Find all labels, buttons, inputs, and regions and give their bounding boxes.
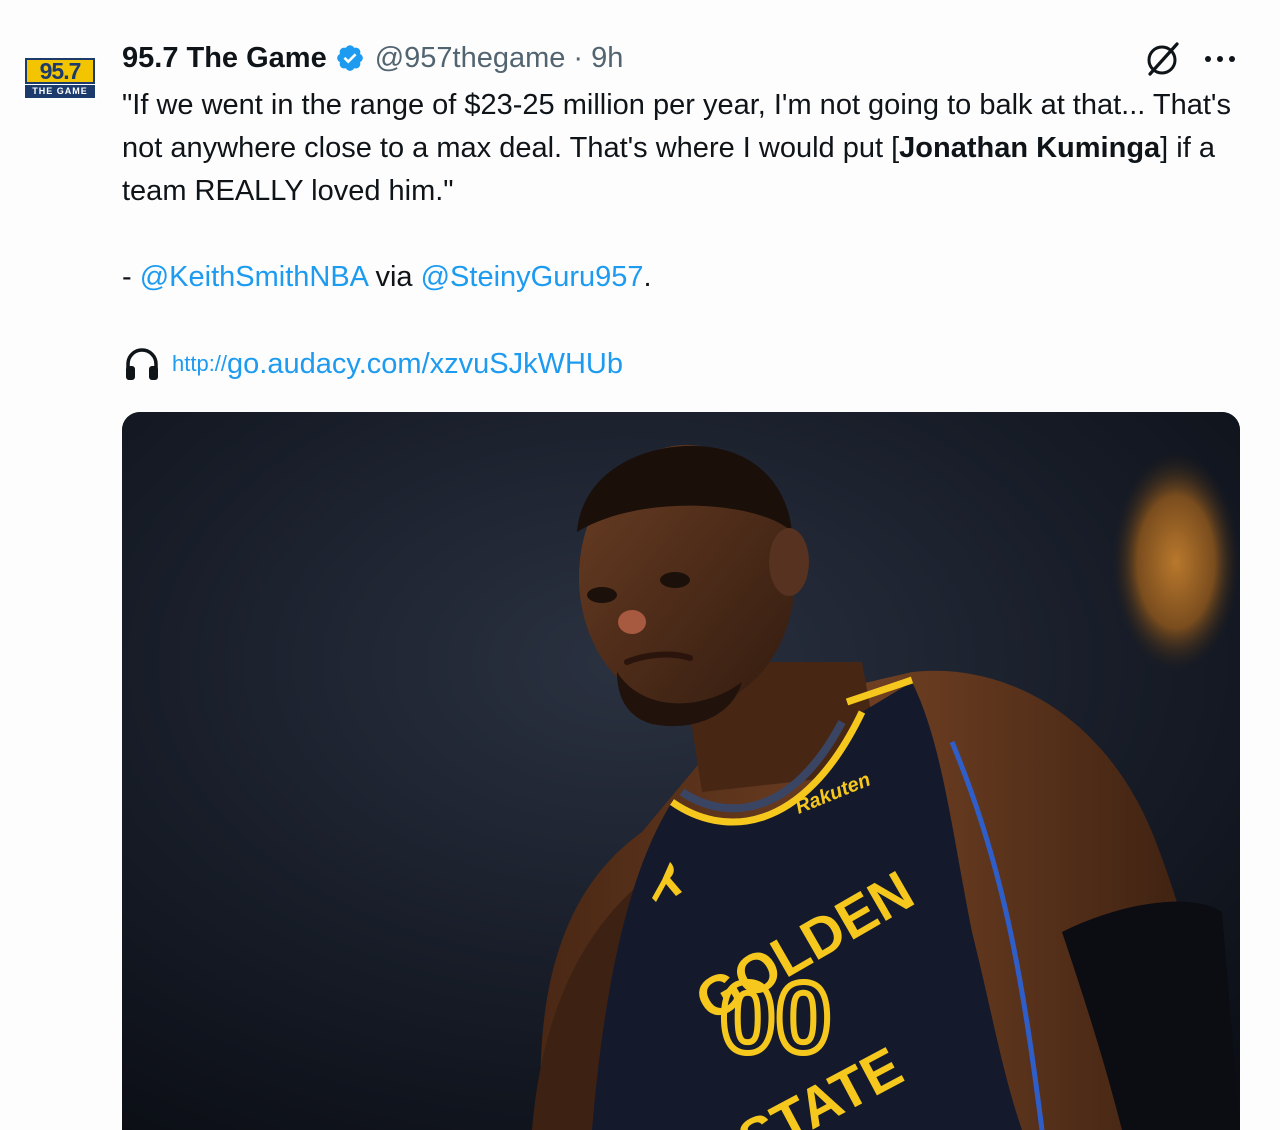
credit-via: via xyxy=(367,261,421,293)
avatar[interactable]: 95.7 THE GAME xyxy=(22,58,98,100)
tweet-text: "If we went in the range of $23-25 milli… xyxy=(122,84,1232,213)
tweet-photo[interactable]: Rakuten GOLDEN 00 STATE xyxy=(122,412,1240,1130)
verified-badge-icon xyxy=(336,45,363,71)
avatar-logo-number: 95.7 xyxy=(25,58,95,84)
credit-suffix: . xyxy=(643,261,652,293)
player-photo: Rakuten GOLDEN 00 STATE xyxy=(122,412,1240,1130)
link-prefix[interactable]: http:// xyxy=(172,351,227,377)
more-icon[interactable] xyxy=(1200,44,1240,74)
audio-link[interactable]: http:// go.audacy.com/xzvuSJkWHUb xyxy=(122,342,623,386)
avatar-logo-subtitle: THE GAME xyxy=(25,85,95,98)
mention-keithsmithnba[interactable]: @KeithSmithNBA xyxy=(140,261,368,293)
tweet-header: 95.7 The Game @957thegame · 9h xyxy=(122,38,623,78)
background-sign xyxy=(1112,452,1240,672)
headphones-icon xyxy=(126,348,158,380)
link-text[interactable]: go.audacy.com/xzvuSJkWHUb xyxy=(227,348,623,381)
separator-dot: · xyxy=(573,41,584,74)
mention-steinyguru957[interactable]: @SteinyGuru957 xyxy=(421,261,644,293)
tweet-time[interactable]: 9h xyxy=(591,42,623,75)
account-handle[interactable]: @957thegame xyxy=(375,42,566,75)
tweet-card: 95.7 THE GAME 95.7 The Game @957thegame … xyxy=(0,0,1280,1130)
display-name[interactable]: 95.7 The Game xyxy=(122,42,327,75)
credit-prefix: - xyxy=(122,261,140,293)
jersey-number: 00 xyxy=(720,962,831,1074)
quote-player-name: Jonathan Kuminga xyxy=(899,132,1161,164)
tweet-credit: - @KeithSmithNBA via @SteinyGuru957. xyxy=(122,256,652,299)
grok-icon[interactable] xyxy=(1144,40,1182,78)
